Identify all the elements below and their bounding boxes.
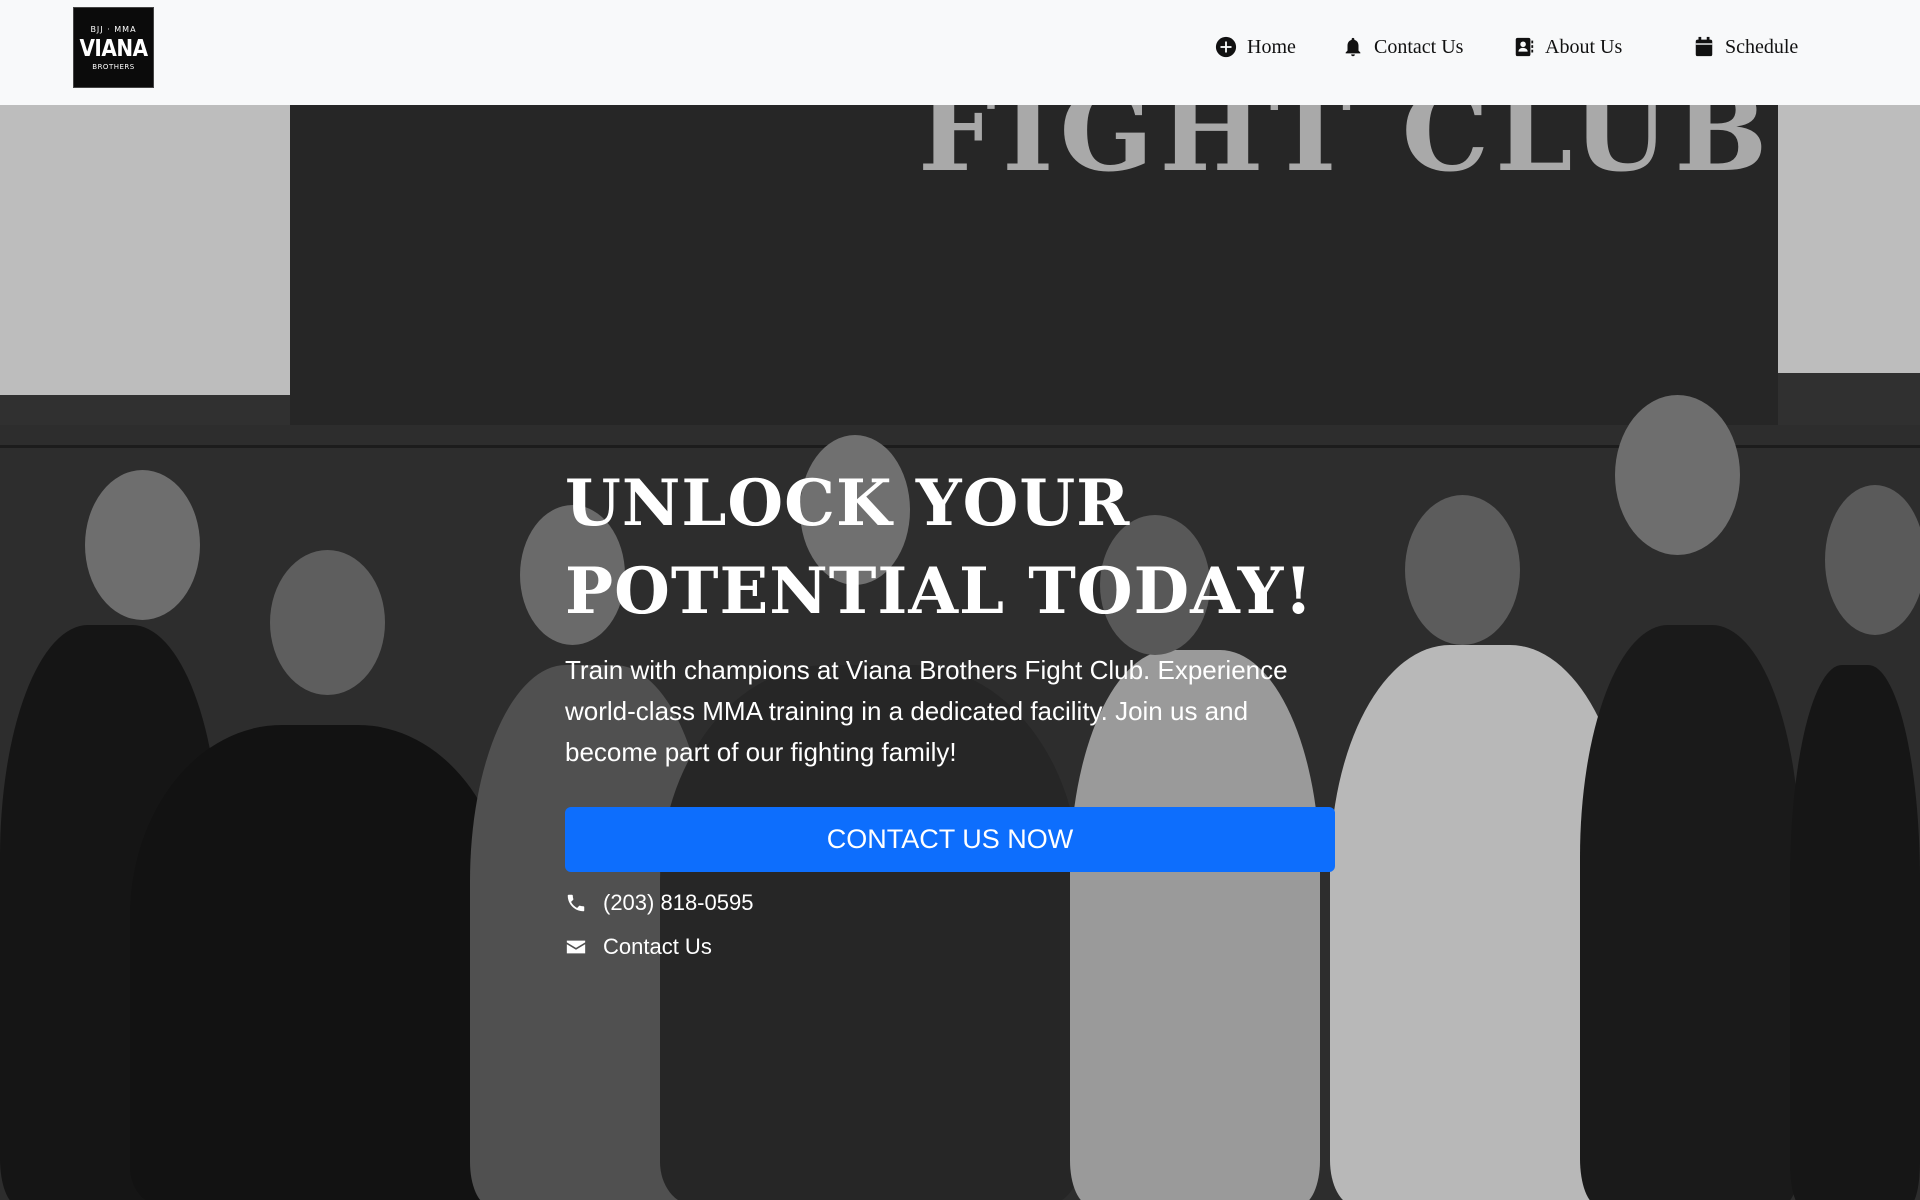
hero-title: UNLOCK YOUR POTENTIAL TODAY! — [565, 466, 1314, 629]
email-contact[interactable]: Contact Us — [565, 934, 1335, 960]
gym-banner-text: FIGHT CLUB — [918, 105, 1774, 196]
hero-description: Train with champions at Viana Brothers F… — [565, 655, 1288, 767]
phone-number: (203) 818-0595 — [603, 890, 754, 915]
email-contact-label: Contact Us — [603, 934, 712, 959]
nav-home[interactable]: Home — [1215, 32, 1296, 62]
plus-circle-icon — [1215, 36, 1237, 58]
navbar: BJJ · MMA VIANA BROTHERS Home Contact Us… — [0, 0, 1920, 105]
wall-right — [1778, 105, 1920, 373]
main-nav: Home Contact Us About Us Schedule — [0, 0, 1920, 94]
calendar-icon — [1695, 36, 1713, 57]
hero-content: UNLOCK YOUR POTENTIAL TODAY! Train with … — [565, 460, 1335, 960]
envelope-icon — [566, 940, 586, 954]
nav-schedule[interactable]: Schedule — [1693, 32, 1798, 62]
wall-left — [0, 105, 290, 395]
contact-us-now-button[interactable]: CONTACT US NOW — [565, 807, 1335, 872]
nav-about-label: About Us — [1545, 35, 1623, 58]
phone-icon — [567, 894, 585, 912]
phone-contact[interactable]: (203) 818-0595 — [565, 890, 1335, 916]
bell-icon — [1345, 37, 1361, 57]
nav-about[interactable]: About Us — [1513, 32, 1622, 62]
nav-contact-label: Contact Us — [1374, 35, 1464, 58]
hero-section: FIGHT CLUB UNLOCK YOUR POTENTIAL TODAY! … — [0, 105, 1920, 1200]
gym-banner: FIGHT CLUB — [290, 105, 1778, 435]
contact-book-icon — [1515, 37, 1534, 57]
nav-schedule-label: Schedule — [1725, 35, 1799, 58]
nav-contact[interactable]: Contact Us — [1342, 32, 1463, 62]
nav-home-label: Home — [1247, 35, 1296, 58]
